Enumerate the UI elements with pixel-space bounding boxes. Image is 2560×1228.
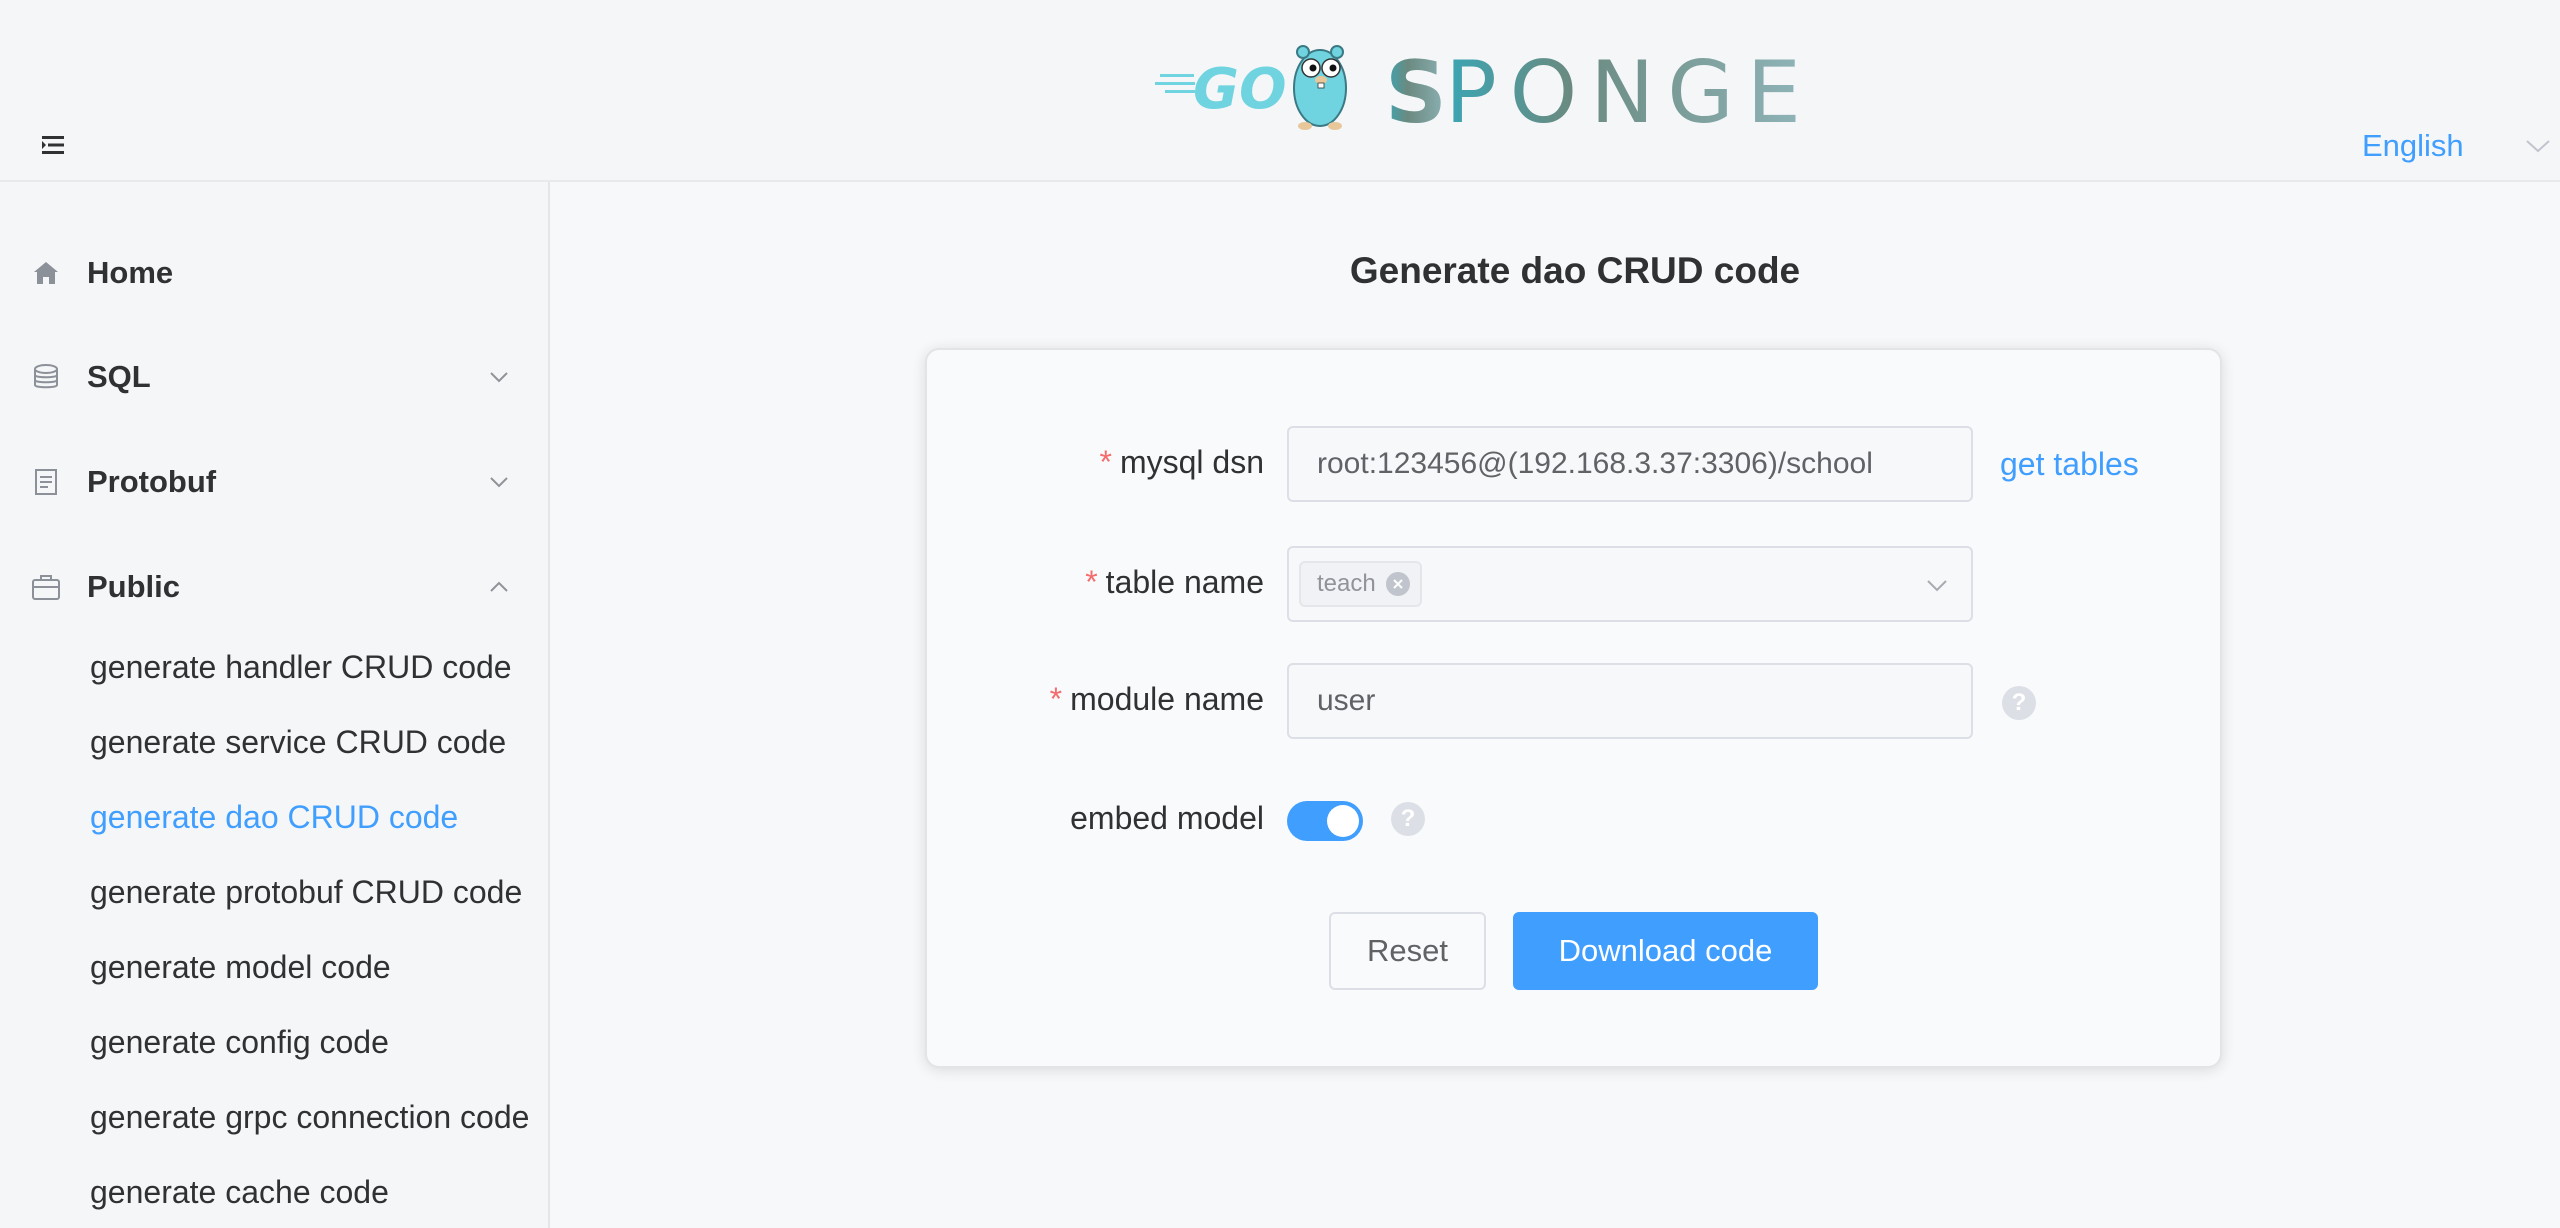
embed-model-toggle[interactable]	[1287, 801, 1363, 841]
svg-text:S: S	[1385, 43, 1449, 140]
required-mark: *	[1049, 681, 1063, 717]
sidebar: Home SQL Protobuf Public generate handle…	[0, 182, 550, 1228]
reset-button[interactable]: Reset	[1329, 912, 1486, 990]
svg-text:GO: GO	[1193, 57, 1287, 122]
embed-model-label: embed model	[1070, 800, 1264, 836]
sidebar-item-home[interactable]: Home	[0, 238, 548, 308]
mysql-dsn-input[interactable]	[1287, 426, 1973, 502]
sidebar-item-protobuf[interactable]: Protobuf	[0, 447, 548, 517]
language-select[interactable]: English	[2362, 124, 2552, 168]
sidebar-subitem-model-code[interactable]: generate model code	[90, 942, 391, 992]
database-icon	[34, 364, 58, 389]
module-name-input[interactable]	[1287, 663, 1973, 739]
required-mark: *	[1085, 564, 1098, 600]
close-icon[interactable]	[1385, 572, 1410, 596]
table-name-label: * table name	[1085, 564, 1264, 601]
required-mark: *	[1099, 444, 1112, 480]
toggle-knob	[1327, 805, 1359, 837]
sidebar-item-sql[interactable]: SQL	[0, 342, 548, 412]
sidebar-item-label: Protobuf	[87, 464, 217, 499]
module-name-label: * module name	[1050, 681, 1264, 718]
sidebar-subitem-handler-crud[interactable]: generate handler CRUD code	[90, 642, 512, 692]
sidebar-item-public[interactable]: Public	[0, 552, 548, 622]
sidebar-item-label: SQL	[87, 359, 151, 394]
sidebar-subitem-service-crud[interactable]: generate service CRUD code	[90, 717, 506, 767]
table-name-label-text: table name	[1105, 564, 1264, 600]
svg-text:PONGE: PONGE	[1445, 43, 1805, 140]
help-icon[interactable]: ?	[2002, 686, 2036, 720]
sidebar-subitem-grpc-connection[interactable]: generate grpc connection code	[90, 1092, 529, 1142]
sidebar-subitem-cache-code[interactable]: generate cache code	[90, 1167, 389, 1217]
language-label: English	[2362, 128, 2464, 163]
mysql-dsn-label: * mysql dsn	[1100, 444, 1265, 481]
table-tag: teach	[1299, 561, 1422, 607]
download-code-button[interactable]: Download code	[1513, 912, 1818, 990]
chevron-down-icon	[490, 372, 508, 383]
help-icon[interactable]: ?	[1391, 802, 1425, 836]
module-name-label-text: module name	[1070, 681, 1264, 717]
sidebar-subitem-config-code[interactable]: generate config code	[90, 1017, 389, 1067]
sponge-logo: GO S PONGE	[1155, 43, 1805, 140]
document-icon	[35, 469, 57, 495]
table-name-select[interactable]: teach	[1287, 546, 1973, 622]
sidebar-subitem-dao-crud[interactable]: generate dao CRUD code	[90, 792, 458, 842]
home-icon	[34, 262, 58, 284]
chevron-down-icon	[1927, 580, 1947, 592]
table-tag-label: teach	[1317, 570, 1376, 597]
mysql-dsn-label-text: mysql dsn	[1119, 444, 1264, 480]
get-tables-link[interactable]: get tables	[2000, 446, 2139, 483]
sidebar-item-label: Public	[87, 569, 181, 604]
chevron-down-icon	[490, 477, 508, 488]
chevron-up-icon	[490, 581, 508, 592]
sidebar-item-label: Home	[87, 255, 174, 290]
chevron-down-icon	[2526, 140, 2550, 153]
menu-fold-icon[interactable]	[38, 130, 68, 160]
briefcase-icon	[32, 575, 60, 600]
app-header: GO S PONGE English	[0, 0, 2560, 182]
page-title: Generate dao CRUD code	[1349, 250, 1801, 291]
sidebar-subitem-protobuf-crud[interactable]: generate protobuf CRUD code	[90, 867, 522, 917]
